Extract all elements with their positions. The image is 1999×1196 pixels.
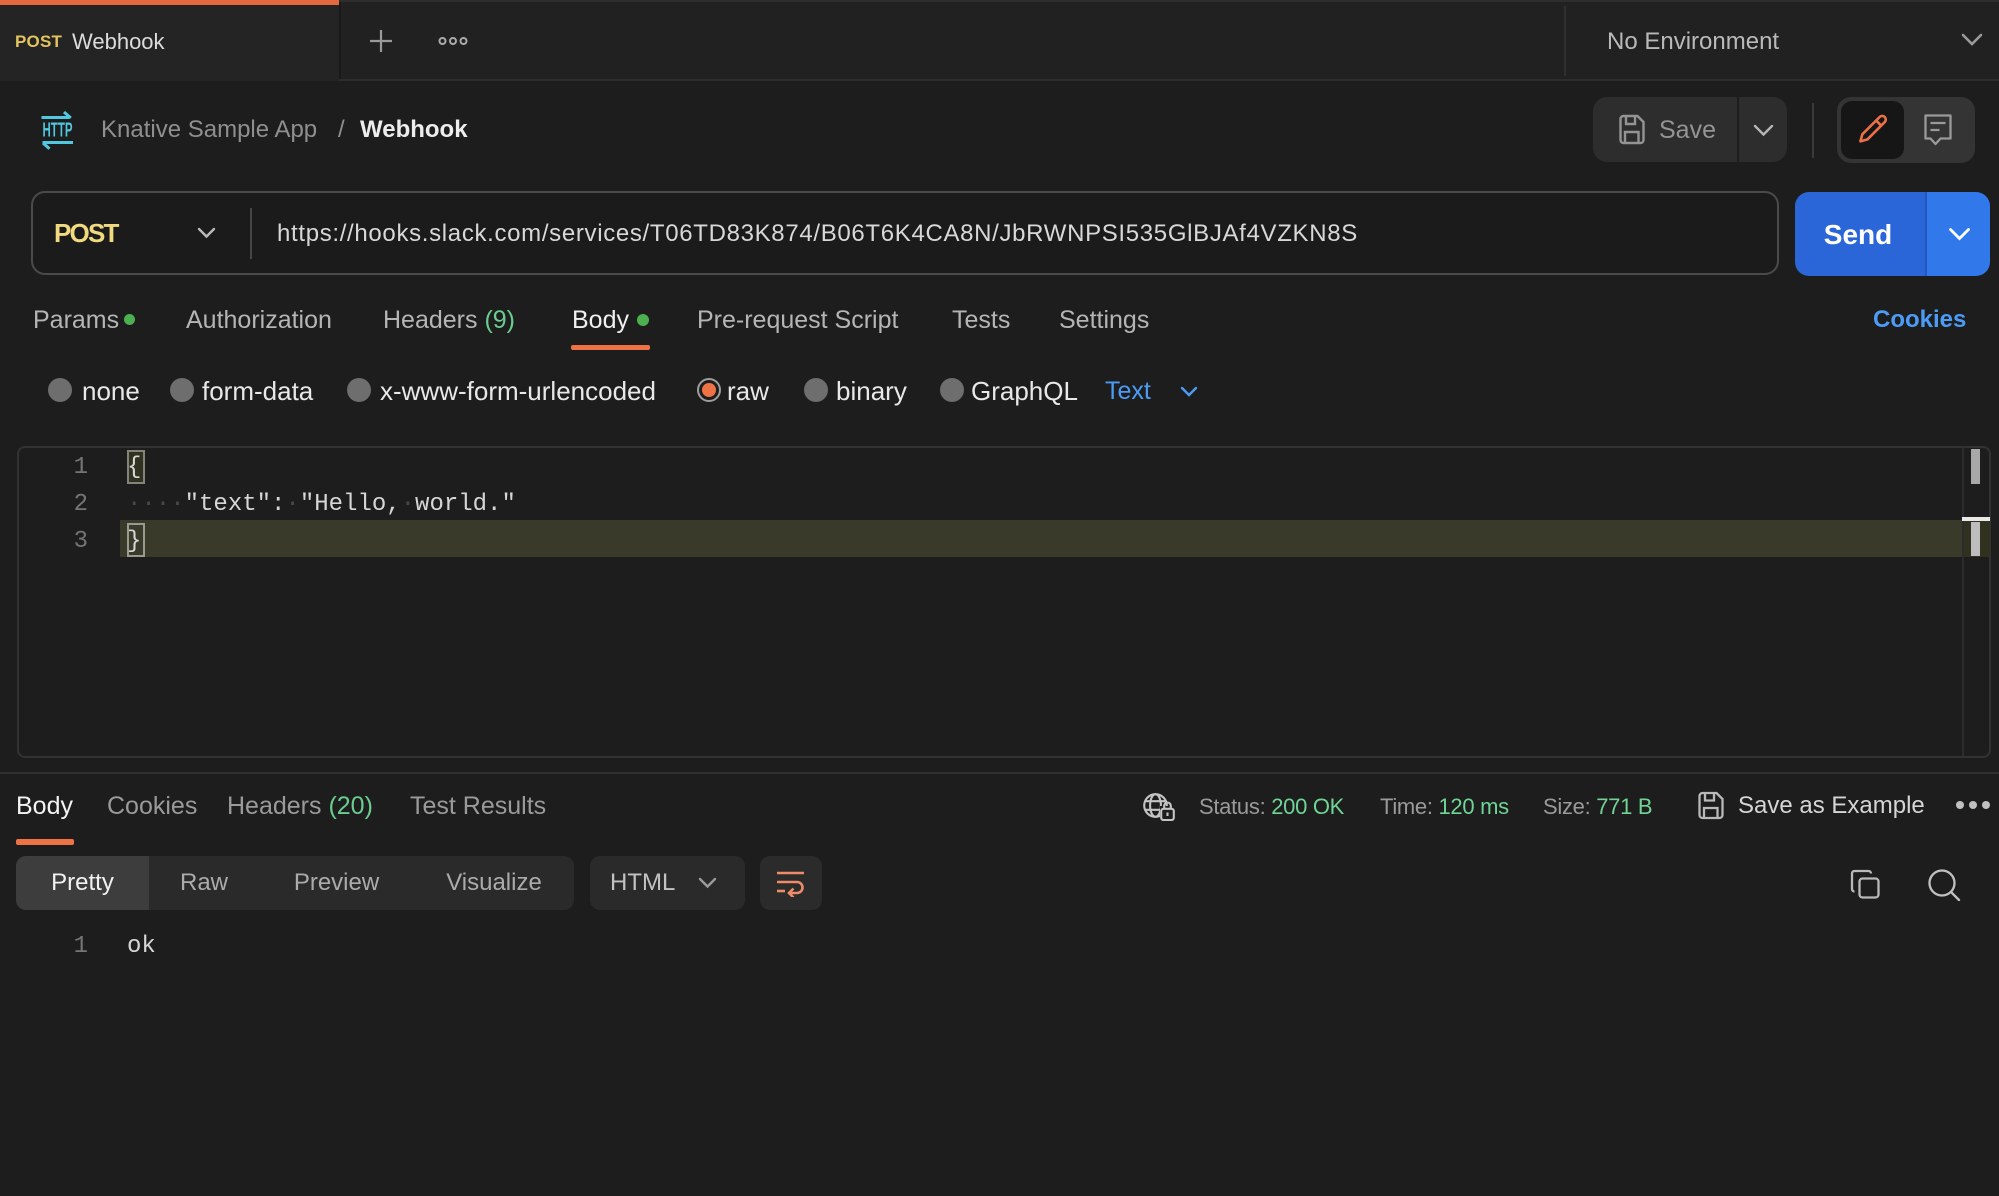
- svg-text:HTTP: HTTP: [43, 120, 73, 142]
